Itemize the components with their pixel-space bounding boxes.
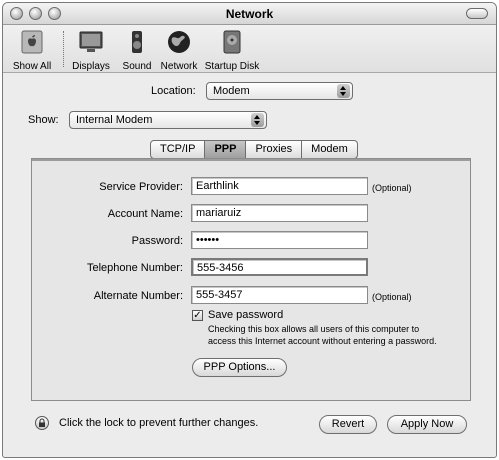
show-popup[interactable]: Internal Modem bbox=[69, 111, 267, 129]
display-icon bbox=[79, 31, 103, 52]
save-password-help-line-2: access this Internet account without ent… bbox=[208, 336, 437, 346]
popup-arrows-icon bbox=[337, 84, 350, 98]
alternate-number-optional-note: (Optional) bbox=[372, 292, 412, 302]
toolbar-item-displays[interactable]: Displays bbox=[71, 28, 111, 72]
tab-proxies[interactable]: Proxies bbox=[246, 140, 303, 159]
save-password-checkbox[interactable]: ✓ bbox=[192, 310, 203, 321]
network-window: Network Show All Displays Sound Network … bbox=[2, 2, 497, 458]
location-popup[interactable]: Modem bbox=[206, 82, 353, 100]
toolbar-item-network[interactable]: Network bbox=[158, 28, 200, 72]
toolbar-item-label: Sound bbox=[122, 61, 152, 72]
lock-icon[interactable] bbox=[35, 416, 49, 430]
service-provider-field[interactable]: Earthlink bbox=[191, 177, 368, 195]
show-label: Show: bbox=[28, 114, 59, 126]
telephone-number-label: Telephone Number: bbox=[86, 262, 183, 274]
telephone-number-field[interactable]: 555-3456 bbox=[191, 258, 368, 276]
toolbar-item-label: Startup Disk bbox=[204, 61, 260, 72]
toolbar-item-label: Show All bbox=[12, 61, 52, 72]
password-field[interactable]: •••••• bbox=[191, 231, 368, 249]
alternate-number-label: Alternate Number: bbox=[93, 290, 183, 302]
speaker-icon bbox=[132, 31, 142, 53]
toolbar-item-label: Network bbox=[160, 61, 198, 72]
tab-bar: TCP/IP PPP Proxies Modem bbox=[150, 140, 358, 159]
toolbar-item-sound[interactable]: Sound bbox=[119, 28, 155, 72]
toolbar-item-startup-disk[interactable]: Startup Disk bbox=[203, 28, 261, 72]
revert-button[interactable]: Revert bbox=[319, 415, 377, 434]
lock-status-text: Click the lock to prevent further change… bbox=[59, 417, 259, 429]
toolbar-item-label: Displays bbox=[72, 61, 110, 72]
tab-modem[interactable]: Modem bbox=[302, 140, 358, 159]
apply-now-button[interactable]: Apply Now bbox=[387, 415, 467, 434]
toolbar: Show All Displays Sound Network Startup … bbox=[3, 25, 496, 73]
padlock-icon bbox=[39, 418, 45, 427]
location-label: Location: bbox=[151, 85, 196, 97]
apple-icon bbox=[21, 30, 43, 54]
popup-arrows-icon bbox=[251, 113, 264, 127]
alternate-number-field[interactable]: 555-3457 bbox=[191, 286, 368, 304]
service-provider-optional-note: (Optional) bbox=[372, 183, 412, 193]
title-bar: Network bbox=[3, 3, 496, 25]
disk-icon bbox=[223, 30, 241, 54]
tab-tcpip[interactable]: TCP/IP bbox=[150, 140, 206, 159]
tab-ppp[interactable]: PPP bbox=[205, 140, 247, 159]
toolbar-toggle-button[interactable] bbox=[466, 8, 488, 19]
location-popup-value: Modem bbox=[213, 85, 250, 97]
save-password-help-line-1: Checking this box allows all users of th… bbox=[208, 324, 420, 334]
toolbar-separator bbox=[63, 31, 64, 67]
service-provider-label: Service Provider: bbox=[99, 181, 183, 193]
show-popup-value: Internal Modem bbox=[76, 114, 153, 126]
account-name-label: Account Name: bbox=[107, 208, 183, 220]
password-label: Password: bbox=[131, 235, 183, 247]
save-password-label[interactable]: Save password bbox=[208, 309, 283, 321]
globe-icon bbox=[168, 31, 190, 53]
toolbar-item-show-all[interactable]: Show All bbox=[9, 28, 55, 72]
window-title: Network bbox=[225, 7, 274, 21]
ppp-options-button[interactable]: PPP Options... bbox=[192, 358, 287, 377]
account-name-field[interactable]: mariaruiz bbox=[191, 204, 368, 222]
